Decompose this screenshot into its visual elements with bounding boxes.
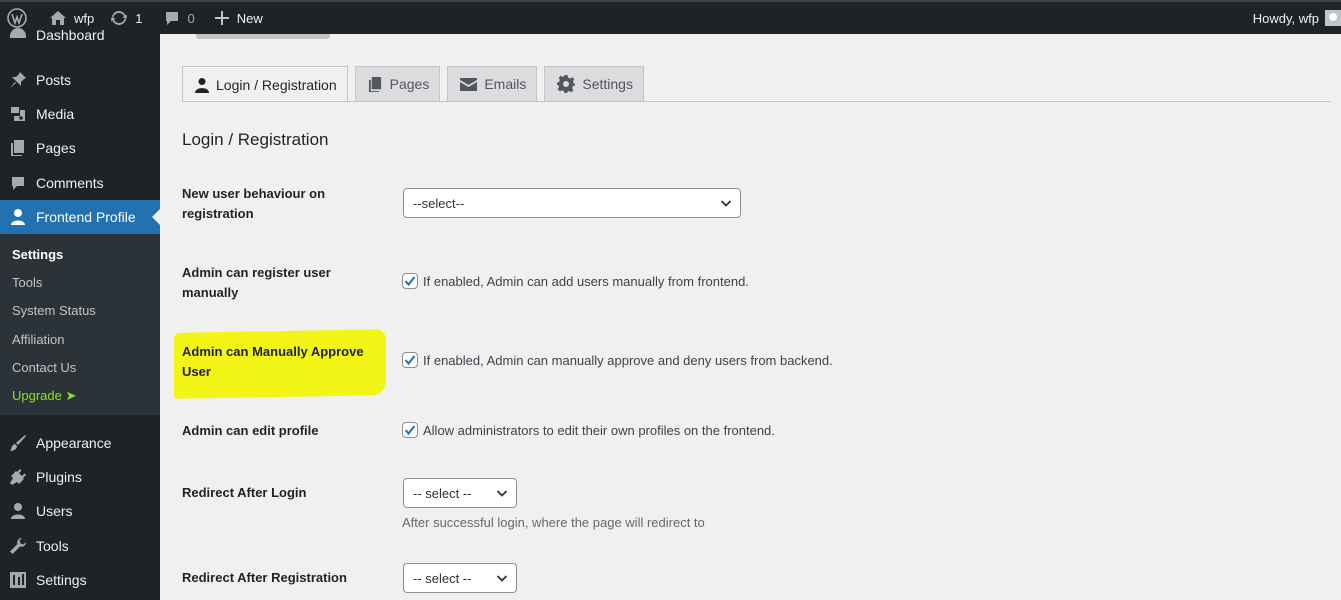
redirect-login-select[interactable]: -- select --: [403, 478, 517, 508]
sidebar-item-settings[interactable]: Settings: [0, 563, 160, 597]
settings-icon: [8, 570, 28, 590]
sidebar-label-tools: Tools: [36, 538, 69, 554]
tab-login-registration[interactable]: Login / Registration: [182, 66, 348, 102]
sidebar-label-plugins: Plugins: [36, 469, 82, 485]
users-icon: [8, 501, 28, 521]
admin-edit-text: Allow administrators to edit their own p…: [423, 422, 775, 438]
top-button-edge: [196, 34, 330, 39]
admin-edit-checkbox[interactable]: [402, 422, 418, 438]
admin-register-checkbox[interactable]: [402, 273, 418, 289]
comments-count: 0: [187, 10, 195, 26]
checkmark-icon: [404, 355, 416, 366]
page-title: Login / Registration: [182, 130, 329, 149]
label-admin-edit: Admin can edit profile: [182, 423, 319, 438]
submenu-item-contact-us[interactable]: Contact Us: [12, 360, 76, 375]
plus-icon: [214, 11, 229, 25]
gear-icon: [557, 75, 576, 93]
tab-label: Settings: [582, 76, 633, 92]
howdy-text: Howdy, wfp: [1252, 10, 1319, 26]
label-admin-register: Admin can register user manually: [182, 265, 331, 300]
chevron-down-icon: [496, 490, 508, 497]
sidebar-label-settings: Settings: [36, 572, 87, 588]
admin-approve-text: If enabled, Admin can manually approve a…: [423, 352, 833, 368]
settings-tabs: Login / Registration Pages Emails Settin…: [182, 66, 651, 102]
admin-approve-option: If enabled, Admin can manually approve a…: [402, 352, 833, 368]
sidebar-item-comments[interactable]: Comments: [0, 166, 160, 200]
plugin-icon: [8, 467, 28, 487]
sidebar-label-dashboard: Dashboard: [36, 27, 105, 43]
chevron-down-icon: [496, 575, 508, 582]
sidebar-label-users: Users: [36, 503, 73, 519]
label-redirect-login: Redirect After Login: [182, 485, 307, 500]
tab-settings[interactable]: Settings: [544, 66, 644, 101]
user-icon: [8, 207, 28, 227]
submenu-item-system-status[interactable]: System Status: [12, 303, 96, 318]
checkmark-icon: [404, 276, 416, 287]
submenu-item-upgrade[interactable]: Upgrade ➤: [12, 388, 76, 404]
sidebar-item-frontend-profile[interactable]: Frontend Profile: [0, 200, 160, 234]
avatar: [1325, 10, 1341, 26]
sidebar-label-media: Media: [36, 106, 75, 122]
pages-icon: [8, 138, 28, 158]
tab-emails[interactable]: Emails: [447, 66, 538, 101]
admin-register-option: If enabled, Admin can add users manually…: [402, 273, 749, 289]
sidebar-item-appearance[interactable]: Appearance: [0, 426, 160, 460]
admin-sidebar: Dashboard Posts Media Pages Comments Fro…: [0, 27, 160, 600]
my-account-link[interactable]: Howdy, wfp: [1245, 2, 1341, 34]
chevron-down-icon: [720, 200, 732, 207]
tab-label: Pages: [389, 76, 430, 92]
submenu-item-tools[interactable]: Tools: [12, 275, 42, 290]
label-redirect-registration: Redirect After Registration: [182, 570, 347, 585]
select-value: -- select --: [413, 485, 472, 501]
sidebar-item-tools[interactable]: Tools: [0, 529, 160, 563]
checkmark-icon: [404, 425, 416, 436]
admin-approve-checkbox[interactable]: [402, 352, 418, 368]
wrench-icon: [8, 536, 28, 556]
dashboard-icon: [8, 25, 28, 45]
sidebar-item-media[interactable]: Media: [0, 97, 160, 131]
pages-icon: [368, 76, 381, 92]
brush-icon: [8, 433, 28, 453]
admin-bar: wfp 1 0 New Howdy, wfp: [0, 0, 1341, 34]
sidebar-item-plugins[interactable]: Plugins: [0, 460, 160, 494]
select-value: -- select --: [413, 570, 472, 586]
sidebar-label-comments: Comments: [36, 175, 104, 191]
select-value: --select--: [413, 195, 465, 211]
tab-label: Login / Registration: [216, 76, 337, 93]
admin-edit-option: Allow administrators to edit their own p…: [402, 422, 775, 438]
tab-pages[interactable]: Pages: [354, 66, 441, 101]
redirect-login-description: After successful login, where the page w…: [402, 515, 705, 530]
sidebar-label-pages: Pages: [36, 140, 76, 156]
sidebar-item-pages[interactable]: Pages: [0, 131, 160, 165]
new-label: New: [236, 10, 263, 26]
comment-icon: [166, 12, 179, 25]
tabs-divider: [182, 101, 1331, 102]
sidebar-item-users[interactable]: Users: [0, 494, 160, 528]
user-icon: [195, 77, 209, 93]
label-admin-approve: Admin can Manually Approve User: [182, 344, 364, 379]
submenu-item-settings[interactable]: Settings: [12, 247, 63, 262]
tab-label: Emails: [484, 76, 527, 92]
sidebar-label-posts: Posts: [36, 72, 72, 88]
media-icon: [8, 104, 28, 124]
sidebar-label-frontend-profile: Frontend Profile: [36, 209, 136, 225]
sidebar-item-dashboard[interactable]: Dashboard: [0, 18, 160, 52]
redirect-registration-select[interactable]: -- select --: [403, 563, 517, 593]
sidebar-item-posts[interactable]: Posts: [0, 63, 160, 97]
main-content: Login / Registration Pages Emails Settin…: [160, 34, 1341, 600]
label-new-user-behaviour: New user behaviour on registration: [182, 186, 326, 221]
new-user-behaviour-select[interactable]: --select--: [403, 188, 741, 218]
admin-register-text: If enabled, Admin can add users manually…: [423, 273, 749, 289]
email-icon: [460, 77, 478, 91]
comment-icon: [8, 173, 28, 193]
pin-icon: [8, 70, 28, 90]
new-content-link[interactable]: New: [203, 2, 271, 34]
sidebar-label-appearance: Appearance: [36, 435, 112, 451]
frontend-profile-submenu: Settings Tools System Status Affiliation…: [0, 234, 160, 415]
submenu-item-affiliation[interactable]: Affiliation: [12, 332, 65, 347]
